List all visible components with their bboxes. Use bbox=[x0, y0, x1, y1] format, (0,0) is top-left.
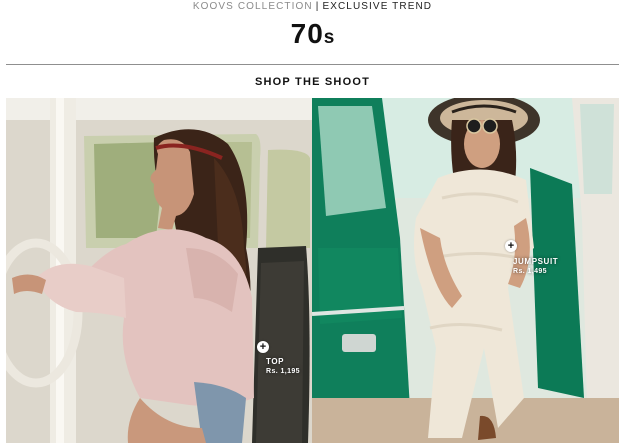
hotspot-top-label[interactable]: TOP Rs. 1,195 bbox=[266, 357, 300, 377]
collection-brand[interactable]: KOOVS COLLECTION bbox=[193, 1, 313, 12]
lookbook-photo-left-image bbox=[6, 98, 312, 443]
page-header: KOOVS COLLECTION | EXCLUSIVE TREND 70s bbox=[0, 0, 625, 62]
hotspot-jumpsuit-label[interactable]: JUMPSUIT Rs. 1,495 bbox=[513, 257, 558, 277]
page-title-main: 70 bbox=[290, 18, 324, 49]
plus-icon[interactable]: + bbox=[505, 240, 517, 252]
product-price-jumpsuit: Rs. 1,495 bbox=[513, 268, 547, 275]
collection-kicker: KOOVS COLLECTION | EXCLUSIVE TREND bbox=[0, 0, 625, 14]
product-name-jumpsuit: JUMPSUIT bbox=[513, 257, 559, 266]
shop-the-shoot-heading: SHOP THE SHOOT bbox=[255, 76, 370, 88]
lookbook-photo-right-image bbox=[312, 98, 619, 443]
lookbook-photo-right[interactable]: + JUMPSUIT Rs. 1,495 bbox=[312, 98, 619, 443]
hotspot-jumpsuit[interactable]: + JUMPSUIT Rs. 1,495 bbox=[505, 240, 558, 275]
page-title-suffix: s bbox=[323, 27, 335, 48]
kicker-separator: | bbox=[315, 1, 320, 12]
page-title: 70s bbox=[0, 18, 625, 54]
product-name-top: TOP bbox=[266, 357, 285, 366]
hotspot-top[interactable]: + TOP Rs. 1,195 bbox=[257, 341, 300, 375]
lookbook-gallery: + TOP Rs. 1,195 + JUMPSUIT Rs. 1,495 bbox=[6, 98, 619, 443]
lookbook-photo-left[interactable]: + TOP Rs. 1,195 bbox=[6, 98, 312, 443]
plus-icon[interactable]: + bbox=[257, 341, 269, 353]
collection-trend[interactable]: EXCLUSIVE TREND bbox=[322, 1, 432, 12]
product-price-top: Rs. 1,195 bbox=[266, 368, 300, 375]
header-divider bbox=[6, 64, 619, 65]
